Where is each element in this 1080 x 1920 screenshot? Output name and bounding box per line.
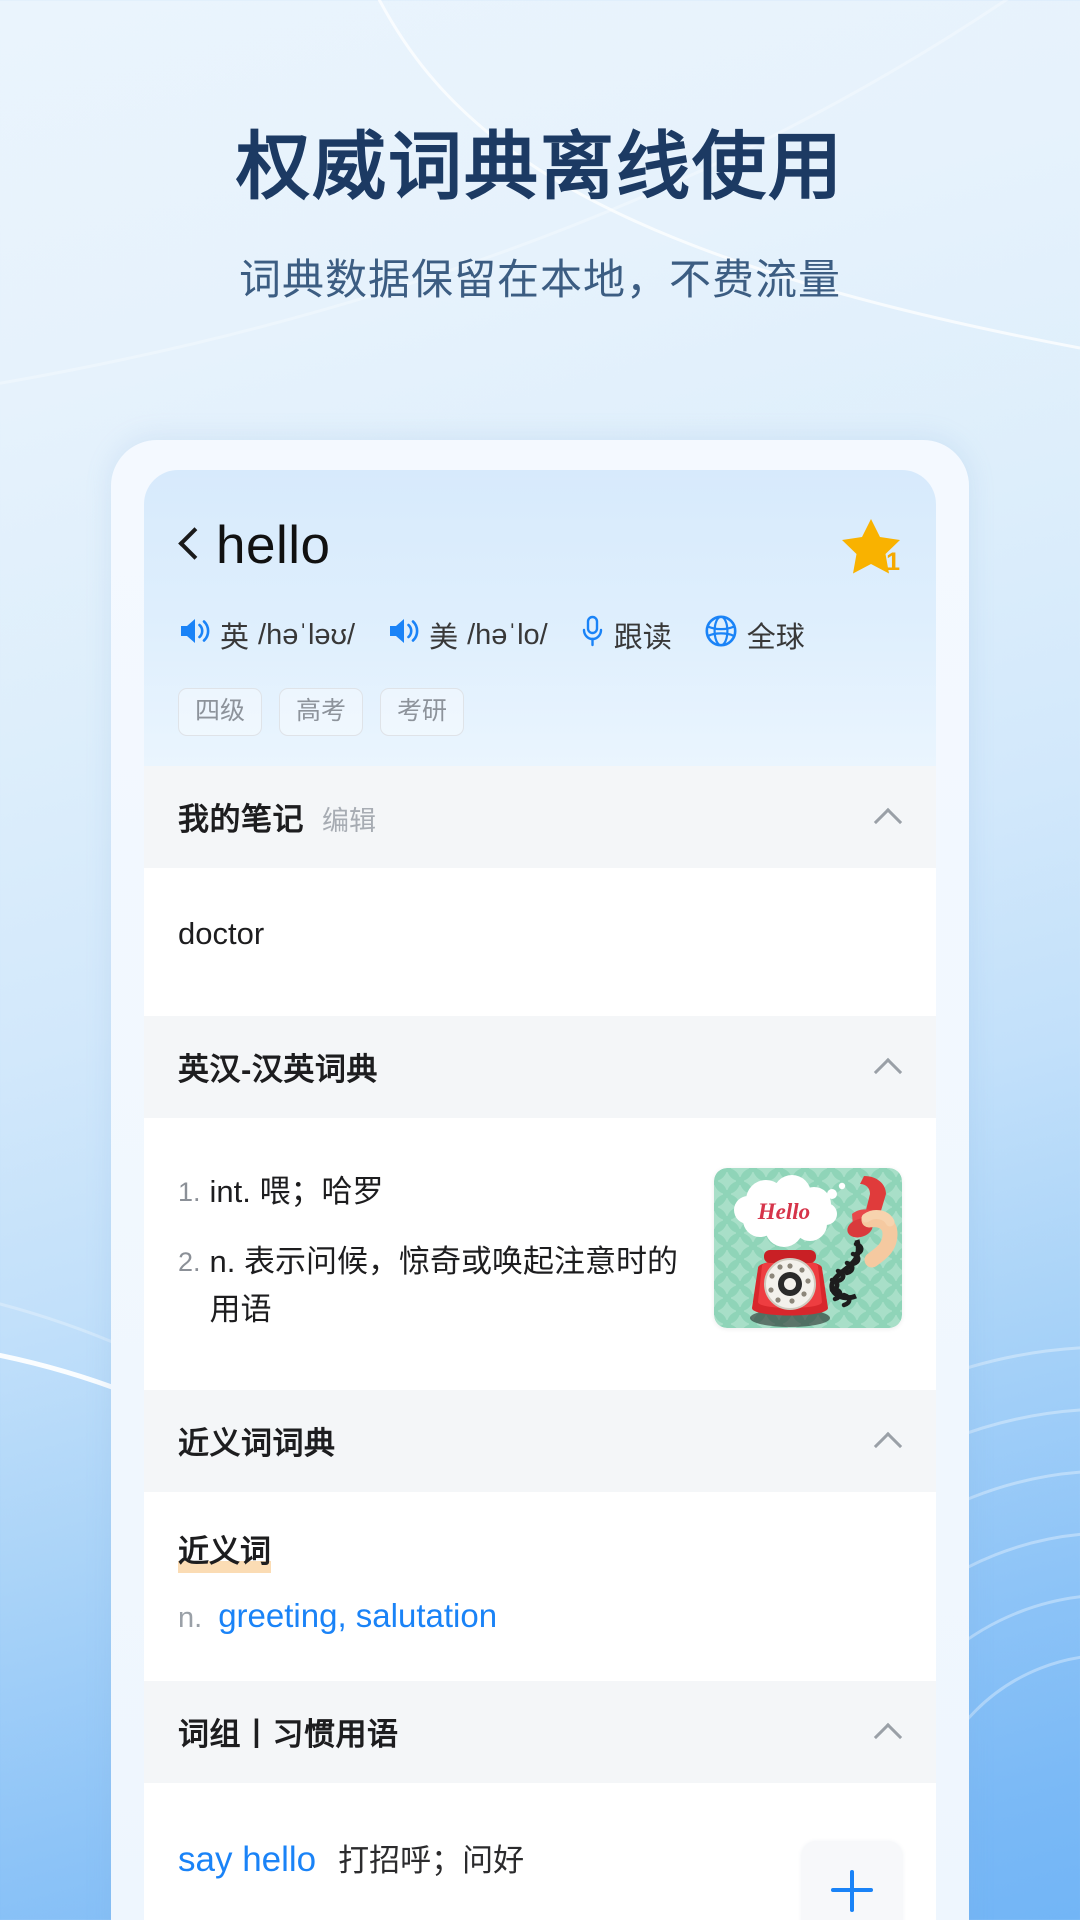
page-title: 权威词典离线使用 — [236, 125, 844, 208]
pronunciation-us-label: 美 — [429, 622, 459, 654]
speaker-icon[interactable] — [178, 616, 211, 654]
part-of-speech: int. — [209, 1173, 260, 1209]
definition-number: 1. — [178, 1176, 201, 1207]
star-icon[interactable]: 1 — [840, 516, 902, 576]
section-title: 近义词词典 — [178, 1426, 336, 1462]
pronunciation-us-ipa: /həˈlo/ — [467, 618, 548, 651]
section-header-left: 词组丨习惯用语 — [178, 1709, 399, 1754]
globe-icon[interactable] — [704, 614, 738, 656]
page-subtitle: 词典数据保留在本地，不费流量 — [238, 256, 841, 304]
word-title-group: hello — [178, 519, 330, 572]
exam-tag[interactable]: 高考 — [279, 688, 364, 736]
add-icon[interactable] — [802, 1840, 902, 1920]
hello-telephone-illustration: Hello — [714, 1167, 902, 1328]
phrase-list: say hello 打招呼；问好 hello everyone 大家好 — [178, 1835, 802, 1920]
synonym-label: 近义词 — [178, 1525, 271, 1573]
word-header: hello 1 英 /həˈləʊ/ 美 /həˈlo/ 跟读 全球 四级 高考… — [144, 470, 936, 766]
definition-gloss: 喂；哈罗 — [259, 1173, 384, 1209]
global-label: 全球 — [746, 622, 805, 654]
plus-glyph — [831, 1869, 873, 1912]
follow-read-label: 跟读 — [613, 622, 672, 654]
exam-tag[interactable]: 考研 — [380, 688, 465, 736]
word-title-row: hello 1 — [178, 516, 902, 576]
section-header-left: 我的笔记 编辑 — [178, 794, 376, 839]
note-text: doctor — [178, 915, 265, 951]
follow-read-button[interactable]: 跟读 — [580, 614, 672, 656]
back-chevron-icon[interactable] — [178, 526, 200, 564]
pronunciation-uk-label: 英 — [220, 622, 250, 654]
definition-number: 2. — [178, 1246, 201, 1277]
definition-list: 1. int. 喂；哈罗 2. n. 表示问候，惊奇或唤起注意时的用语 — [178, 1168, 692, 1356]
definition-wrapper: 1. int. 喂；哈罗 2. n. 表示问候，惊奇或唤起注意时的用语 Hell… — [178, 1152, 902, 1356]
section-header-ec-dictionary[interactable]: 英汉-汉英词典 — [144, 1015, 936, 1118]
definition-text: int. 喂；哈罗 — [210, 1168, 692, 1216]
list-item[interactable]: say hello 打招呼；问好 — [178, 1835, 802, 1880]
section-header-left: 近义词词典 — [178, 1418, 336, 1463]
pronunciation-uk-ipa: /həˈləʊ/ — [258, 618, 356, 651]
edit-note-button[interactable]: 编辑 — [322, 799, 376, 838]
section-title: 英汉-汉英词典 — [178, 1052, 378, 1088]
phrase-wrapper: say hello 打招呼；问好 hello everyone 大家好 — [178, 1817, 902, 1920]
pronunciation-row: 英 /həˈləʊ/ 美 /həˈlo/ 跟读 全球 — [178, 614, 902, 656]
definition-item: 1. int. 喂；哈罗 — [178, 1168, 692, 1216]
definition-item: 2. n. 表示问候，惊奇或唤起注意时的用语 — [178, 1238, 692, 1334]
chevron-up-icon[interactable] — [876, 804, 902, 830]
definition-gloss: 表示问候，惊奇或唤起注意时的用语 — [209, 1243, 678, 1327]
microphone-icon[interactable] — [580, 615, 605, 655]
section-body-ec-dictionary: 1. int. 喂；哈罗 2. n. 表示问候，惊奇或唤起注意时的用语 Hell… — [144, 1117, 936, 1390]
section-body-synonyms: 近义词 n. greeting, salutation — [144, 1491, 936, 1681]
favorite-count-badge: 1 — [886, 548, 900, 576]
pronunciation-us[interactable]: 美 /həˈlo/ — [387, 614, 548, 656]
exam-tag-row: 四级 高考 考研 — [178, 688, 902, 766]
section-title: 词组丨习惯用语 — [178, 1717, 399, 1753]
section-title: 我的笔记 — [178, 802, 304, 838]
chevron-up-icon[interactable] — [876, 1428, 902, 1454]
synonym-line: n. greeting, salutation — [178, 1597, 902, 1647]
section-header-synonyms[interactable]: 近义词词典 — [144, 1389, 936, 1492]
part-of-speech: n. — [209, 1243, 244, 1279]
hero-section: 权威词典离线使用 词典数据保留在本地，不费流量 — [0, 0, 1080, 307]
pronunciation-uk[interactable]: 英 /həˈləʊ/ — [178, 614, 355, 656]
phrase-english[interactable]: say hello — [178, 1840, 316, 1880]
chevron-up-icon[interactable] — [876, 1054, 902, 1080]
synonym-part-of-speech: n. — [178, 1601, 203, 1634]
section-header-my-notes[interactable]: 我的笔记 编辑 — [144, 765, 936, 868]
phrase-chinese: 打招呼；问好 — [338, 1842, 525, 1878]
svg-text:Hello: Hello — [757, 1199, 810, 1224]
synonym-words[interactable]: greeting, salutation — [218, 1597, 497, 1635]
definition-text: n. 表示问候，惊奇或唤起注意时的用语 — [210, 1238, 692, 1334]
global-button[interactable]: 全球 — [704, 614, 805, 656]
section-body-my-notes: doctor — [144, 867, 936, 1016]
section-header-phrases[interactable]: 词组丨习惯用语 — [144, 1680, 936, 1783]
phone-screen: hello 1 英 /həˈləʊ/ 美 /həˈlo/ 跟读 全球 四级 高考… — [144, 470, 936, 1920]
word-title: hello — [216, 515, 331, 575]
section-header-left: 英汉-汉英词典 — [178, 1044, 378, 1089]
section-body-phrases: say hello 打招呼；问好 hello everyone 大家好 — [144, 1782, 936, 1920]
exam-tag[interactable]: 四级 — [178, 688, 263, 736]
chevron-up-icon[interactable] — [876, 1719, 902, 1745]
speaker-icon[interactable] — [387, 616, 420, 654]
